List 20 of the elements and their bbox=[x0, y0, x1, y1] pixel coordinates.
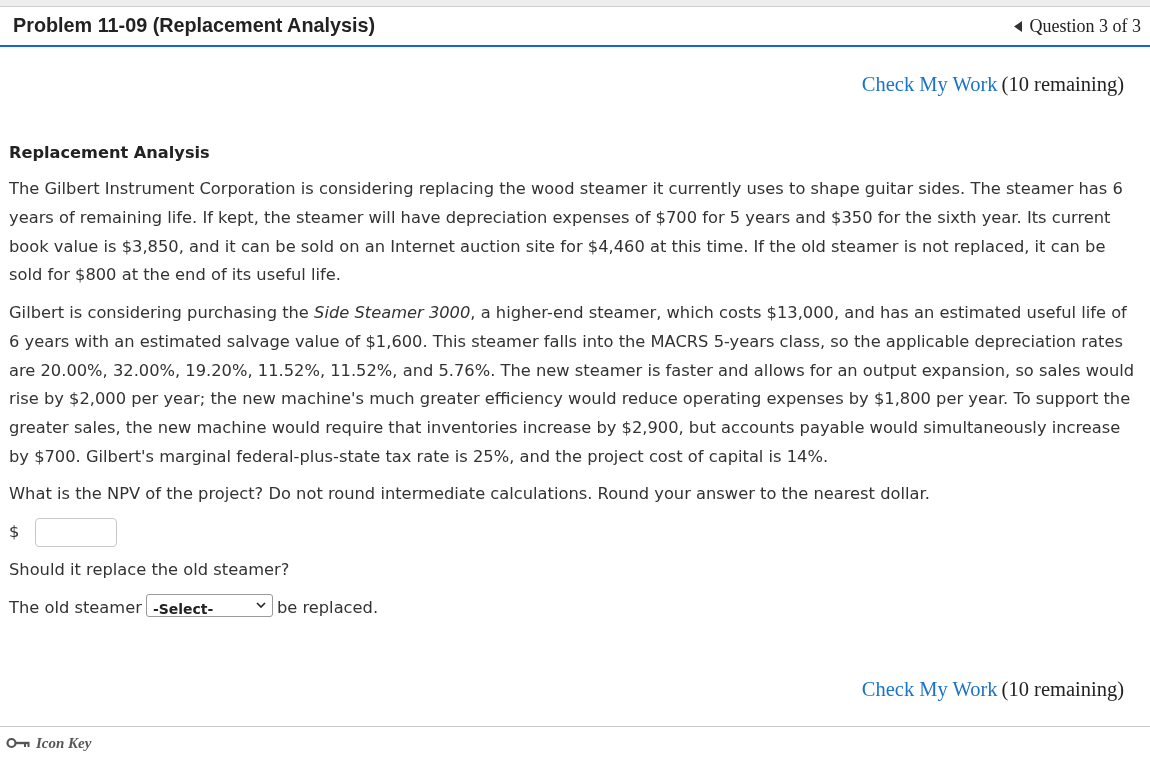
remaining-count: (10 remaining) bbox=[1001, 677, 1124, 703]
check-my-work-link[interactable]: Check My Work bbox=[861, 72, 998, 97]
chevron-down-icon bbox=[255, 601, 266, 608]
problem-title: Problem 11-09 (Replacement Analysis) bbox=[13, 13, 376, 39]
problem-paragraph: The Gilbert Instrument Corporation is considering replacing the wood steamer it currently uses to shape guitar sides. The steamer has 6 years of remaining life. If kept, the steamer will have depreciation expenses of $700 for 5 years and $350 for the sixth year. Its current book value is $3,850, and it can be sold on an Internet auction site for $4,460 at this time. If the old steamer is not replaced, it can be sold for $800 at the end of its useful life. bbox=[9, 178, 1124, 287]
check-my-work-link[interactable]: Check My Work bbox=[861, 677, 998, 703]
question-nav-link[interactable]: Question 3 of 3 bbox=[1013, 12, 1141, 40]
sentence-text: be replaced. bbox=[276, 597, 379, 620]
question-text: What is the NPV of the project? Do not round intermediate calculations. Round your answer to the nearest dollar. bbox=[9, 483, 931, 506]
icon-key-link[interactable]: Icon Key bbox=[36, 732, 92, 755]
remaining-count: (10 remaining) bbox=[1001, 72, 1124, 97]
question-text: Should it replace the old steamer? bbox=[9, 559, 291, 582]
dollar-sign: $ bbox=[9, 521, 20, 544]
answer-input-field[interactable] bbox=[35, 518, 118, 548]
key-icon bbox=[6, 737, 32, 750]
select-dropdown[interactable]: -Select- bbox=[145, 593, 273, 617]
left-triangle-icon bbox=[1013, 20, 1022, 32]
section-heading: Replacement Analysis bbox=[9, 141, 211, 164]
sentence-text: The old steamer bbox=[9, 597, 142, 620]
problem-paragraph: Gilbert is considering purchasing the Side Steamer 3000, a higher-end steamer, which costs $13,000, and has an estimated useful life of 6 years with an estimated salvage value of $1,600. This steamer falls into the MACRS 5-years class, so the applicable depreciation rates are 20.00%, 32.00%, 19.20%, 11.52%, 11.52%, and 5.76%. The new steamer is faster and allows for an output expansion, so sales would rise by $2,000 per year; the new machine's much greater efficiency would reduce operating expenses by $1,800 per year. To support the greater sales, the new machine would require that inventories increase by $2,900, but accounts payable would simultaneously increase by $700. Gilbert's marginal federal-plus-state tax rate is 25%, and the project cost of capital is 14%. bbox=[9, 302, 1136, 468]
